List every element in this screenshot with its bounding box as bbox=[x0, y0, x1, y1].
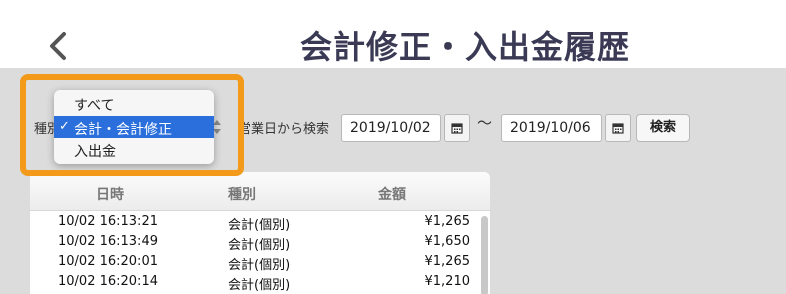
history-table: 日時 種別 金額 10/02 16:13:21 会計(個別) ¥1,265 10… bbox=[30, 172, 490, 294]
highlight-annotation bbox=[20, 74, 244, 176]
amount-cell: ¥1,650 bbox=[424, 234, 471, 249]
type-cell: 会計(個別) bbox=[228, 278, 291, 293]
page-title: 会計修正・入出金履歴 bbox=[300, 28, 631, 66]
table-row[interactable]: 10/02 16:13:49 会計(個別) ¥1,650 bbox=[30, 234, 490, 254]
date-from-calendar-button[interactable] bbox=[444, 114, 470, 142]
amount-cell: ¥1,210 bbox=[424, 274, 471, 289]
datetime-cell: 10/02 16:13:49 bbox=[58, 234, 158, 249]
calendar-icon bbox=[612, 123, 624, 134]
header: 会計修正・入出金履歴 bbox=[0, 0, 786, 68]
type-cell: 会計(個別) bbox=[228, 218, 291, 233]
table-header: 日時 種別 金額 bbox=[30, 172, 490, 211]
business-day-search-label: 営業日から検索 bbox=[238, 122, 330, 137]
table-scrollbar[interactable] bbox=[481, 216, 488, 294]
type-cell: 会計(個別) bbox=[228, 258, 291, 273]
range-separator: 〜 bbox=[477, 114, 493, 132]
datetime-cell: 10/02 16:20:01 bbox=[58, 254, 158, 269]
amount-cell: ¥1,265 bbox=[424, 254, 471, 269]
amount-cell: ¥1,265 bbox=[424, 214, 471, 229]
date-to-calendar-button[interactable] bbox=[605, 114, 631, 142]
table-row[interactable]: 10/02 16:20:14 会計(個別) ¥1,210 bbox=[30, 274, 490, 294]
type-cell: 会計(個別) bbox=[228, 238, 291, 253]
date-from-field[interactable]: 2019/10/02 bbox=[341, 114, 441, 142]
table-row[interactable]: 10/02 16:20:01 会計(個別) ¥1,265 bbox=[30, 254, 490, 274]
calendar-icon bbox=[451, 123, 463, 134]
datetime-cell: 10/02 16:20:14 bbox=[58, 274, 158, 289]
chevron-left-icon[interactable] bbox=[44, 30, 72, 62]
column-header-datetime[interactable]: 日時 bbox=[96, 184, 124, 204]
column-header-type[interactable]: 種別 bbox=[228, 184, 256, 204]
search-button[interactable]: 検索 bbox=[636, 114, 690, 142]
table-row[interactable]: 10/02 16:13:21 会計(個別) ¥1,265 bbox=[30, 214, 490, 234]
datetime-cell: 10/02 16:13:21 bbox=[58, 214, 158, 229]
column-header-amount[interactable]: 金額 bbox=[378, 184, 406, 204]
date-to-field[interactable]: 2019/10/06 bbox=[501, 114, 602, 142]
